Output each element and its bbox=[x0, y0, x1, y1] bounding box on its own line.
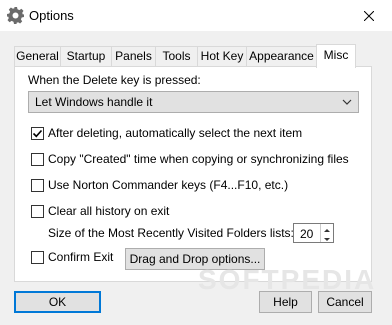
spin-up-button[interactable] bbox=[320, 224, 333, 233]
tab-strip: General Startup Panels Tools Hot Key App… bbox=[14, 44, 372, 68]
copy-created-label[interactable]: Copy "Created" time when copying or sync… bbox=[48, 152, 349, 166]
tab-startup[interactable]: Startup bbox=[60, 46, 112, 66]
clear-history-checkbox[interactable] bbox=[31, 205, 44, 218]
spin-down-button[interactable] bbox=[320, 233, 333, 242]
tab-hot-key[interactable]: Hot Key bbox=[197, 46, 247, 66]
tab-general[interactable]: General bbox=[14, 46, 61, 66]
copy-created-checkbox[interactable] bbox=[31, 153, 44, 166]
ok-button[interactable]: OK bbox=[14, 291, 101, 313]
checkmark-icon bbox=[32, 129, 43, 138]
chevron-down-icon bbox=[342, 99, 352, 105]
cancel-button[interactable]: Cancel bbox=[318, 291, 372, 313]
arrow-down-icon bbox=[324, 238, 330, 241]
confirm-exit-checkbox[interactable] bbox=[31, 251, 44, 264]
delete-action-select[interactable]: Let Windows handle it bbox=[28, 91, 359, 113]
mru-size-label: Size of the Most Recently Visited Folder… bbox=[48, 226, 294, 240]
close-icon bbox=[364, 10, 374, 21]
tab-panels[interactable]: Panels bbox=[111, 46, 156, 66]
select-next-label[interactable]: After deleting, automatically select the… bbox=[48, 126, 302, 140]
window-title: Options bbox=[29, 8, 74, 23]
clear-history-label[interactable]: Clear all history on exit bbox=[48, 204, 169, 218]
delete-action-value: Let Windows handle it bbox=[35, 95, 153, 109]
tab-misc[interactable]: Misc bbox=[316, 44, 356, 68]
mru-size-value[interactable]: 20 bbox=[300, 227, 313, 241]
close-button[interactable] bbox=[346, 0, 392, 31]
tab-tools[interactable]: Tools bbox=[155, 46, 198, 66]
confirm-exit-label[interactable]: Confirm Exit bbox=[48, 250, 113, 264]
tab-appearance[interactable]: Appearance bbox=[246, 46, 317, 66]
options-dialog: Options General Startup Panels Tools Hot… bbox=[0, 0, 392, 325]
gear-icon bbox=[7, 7, 24, 24]
delete-key-label: When the Delete key is pressed: bbox=[28, 73, 201, 87]
help-button[interactable]: Help bbox=[259, 291, 312, 313]
norton-keys-checkbox[interactable] bbox=[31, 179, 44, 192]
misc-panel: When the Delete key is pressed: Let Wind… bbox=[14, 66, 372, 282]
norton-keys-label[interactable]: Use Norton Commander keys (F4...F10, etc… bbox=[48, 178, 288, 192]
mru-size-spinner[interactable]: 20 bbox=[293, 223, 334, 243]
select-next-checkbox[interactable] bbox=[31, 127, 44, 140]
title-bar: Options bbox=[0, 0, 392, 31]
